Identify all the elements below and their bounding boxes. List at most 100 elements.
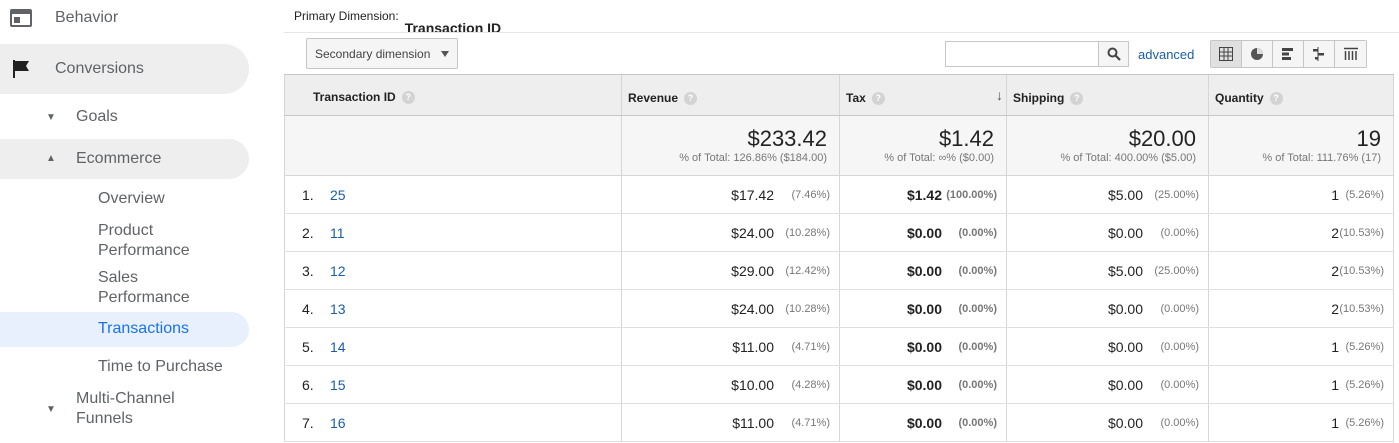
revenue-percent: (10.28%) [785, 227, 830, 239]
header-revenue[interactable]: Revenue? [622, 75, 840, 115]
nav-product-performance-line1: Product [98, 222, 154, 239]
header-revenue-label: Revenue [628, 91, 679, 105]
tax-cell: $0.00 (0.00%) [840, 214, 1007, 251]
table-view-button[interactable] [1211, 41, 1242, 67]
row-rank: 5. [302, 339, 314, 355]
transaction-id-link[interactable]: 15 [330, 377, 346, 393]
comparison-view-button[interactable] [1304, 41, 1335, 67]
expand-ecommerce-icon[interactable]: ▲ [46, 153, 56, 164]
header-tax[interactable]: Tax? ↓ [840, 75, 1007, 115]
shipping-value: $5.00 [1107, 187, 1143, 203]
transaction-id-link[interactable]: 11 [330, 225, 345, 241]
table-row: 2. 11 $24.00 (10.28%) $0.00 (0.00%) $0.0… [284, 214, 1394, 252]
pivot-view-button[interactable] [1335, 41, 1366, 67]
total-revenue: $233.42 [747, 126, 827, 151]
transaction-id-link[interactable]: 12 [330, 263, 346, 279]
tax-value: $0.00 [906, 339, 942, 355]
total-revenue-cell: $233.42 % of Total: 126.86% ($184.00) [622, 116, 840, 175]
total-tax: $1.42 [938, 126, 994, 151]
transaction-id-cell: 1. 25 [284, 176, 622, 213]
total-revenue-sub: % of Total: 126.86% ($184.00) [679, 152, 827, 164]
total-shipping-cell: $20.00 % of Total: 400.00% ($5.00) [1007, 116, 1209, 175]
quantity-value: 2 [1331, 301, 1339, 317]
row-rank: 7. [302, 415, 314, 431]
shipping-percent: (0.00%) [1160, 417, 1199, 429]
nav-goals[interactable]: Goals [76, 107, 118, 127]
tax-cell: $0.00 (0.00%) [840, 366, 1007, 403]
table-row: 3. 12 $29.00 (12.42%) $0.00 (0.00%) $5.0… [284, 252, 1394, 290]
view-toggle-group [1210, 40, 1367, 68]
nav-multichannel-funnels[interactable]: Multi-Channel Funnels [76, 389, 175, 429]
table-search-input[interactable] [945, 41, 1099, 67]
bar-chart-icon [1282, 48, 1293, 60]
quantity-percent: (5.26%) [1345, 341, 1384, 353]
nav-behavior[interactable]: Behavior [0, 0, 284, 36]
header-transaction-id[interactable]: Transaction ID? [284, 75, 622, 115]
flag-icon [13, 60, 29, 78]
shipping-percent: (25.00%) [1154, 189, 1199, 201]
quantity-percent: (10.53%) [1339, 227, 1384, 239]
tax-value: $1.42 [906, 187, 942, 203]
revenue-value: $10.00 [731, 377, 774, 393]
nav-time-to-purchase[interactable]: Time to Purchase [98, 357, 223, 377]
transaction-id-cell: 6. 15 [284, 366, 622, 403]
transaction-id-link[interactable]: 25 [330, 187, 346, 203]
total-quantity: 19 [1356, 126, 1381, 151]
tax-percent: (0.00%) [958, 227, 997, 239]
help-icon[interactable]: ? [871, 92, 885, 105]
transaction-id-link[interactable]: 16 [330, 415, 346, 431]
quantity-value: 1 [1331, 187, 1339, 203]
shipping-percent: (0.00%) [1160, 379, 1199, 391]
help-icon[interactable]: ? [401, 91, 415, 104]
shipping-cell: $5.00 (25.00%) [1007, 176, 1209, 213]
quantity-value: 1 [1331, 377, 1339, 393]
help-icon[interactable]: ? [684, 92, 698, 105]
tax-cell: $0.00 (0.00%) [840, 252, 1007, 289]
advanced-filter-link[interactable]: advanced [1138, 47, 1194, 62]
shipping-value: $5.00 [1107, 263, 1143, 279]
header-tax-label: Tax [846, 91, 866, 105]
table-body: 1. 25 $17.42 (7.46%) $1.42 (100.00%) $5.… [284, 176, 1394, 442]
revenue-value: $11.00 [732, 415, 774, 431]
revenue-percent: (10.28%) [785, 303, 830, 315]
chevron-down-icon [441, 51, 449, 57]
primary-dimension: Primary Dimension: Transaction ID [294, 9, 501, 36]
tax-cell: $0.00 (0.00%) [840, 290, 1007, 327]
secondary-dimension-dropdown[interactable]: Secondary dimension [306, 38, 458, 69]
sort-descending-icon[interactable]: ↓ [996, 87, 1003, 103]
revenue-percent: (4.28%) [791, 379, 830, 391]
collapse-goals-icon[interactable]: ▼ [46, 112, 56, 123]
table-toolbar: Secondary dimension advanced [284, 32, 1399, 74]
table-header-row: Transaction ID? Revenue? Tax? ↓ Shipping… [284, 75, 1394, 116]
shipping-cell: $0.00 (0.00%) [1007, 214, 1209, 251]
header-quantity[interactable]: Quantity? [1209, 75, 1394, 115]
search-button[interactable] [1099, 41, 1129, 67]
quantity-cell: 2 (10.53%) [1209, 252, 1394, 289]
nav-multichannel-line2: Funnels [76, 410, 133, 427]
bar-view-button[interactable] [1273, 41, 1304, 67]
tax-percent: (0.00%) [958, 303, 997, 315]
behavior-icon [10, 9, 32, 27]
header-shipping[interactable]: Shipping? [1007, 75, 1209, 115]
nav-product-performance[interactable]: Product Performance [98, 221, 190, 261]
quantity-cell: 1 (5.26%) [1209, 176, 1394, 213]
revenue-value: $17.42 [731, 187, 774, 203]
pie-view-button[interactable] [1242, 41, 1273, 67]
nav-overview[interactable]: Overview [98, 189, 165, 209]
revenue-value: $24.00 [731, 301, 774, 317]
revenue-cell: $24.00 (10.28%) [622, 290, 840, 327]
tax-cell: $0.00 (0.00%) [840, 328, 1007, 365]
help-icon[interactable]: ? [1070, 92, 1084, 105]
quantity-cell: 1 (5.26%) [1209, 404, 1394, 441]
nav-transactions[interactable]: Transactions [98, 319, 189, 339]
tax-percent: (0.00%) [958, 379, 997, 391]
revenue-percent: (12.42%) [785, 265, 830, 277]
nav-sales-performance[interactable]: Sales Performance [98, 268, 190, 308]
help-icon[interactable]: ? [1269, 92, 1283, 105]
shipping-percent: (25.00%) [1154, 265, 1199, 277]
transaction-id-link[interactable]: 14 [330, 339, 346, 355]
table-row: 5. 14 $11.00 (4.71%) $0.00 (0.00%) $0.00… [284, 328, 1394, 366]
collapse-multichannel-icon[interactable]: ▼ [46, 404, 56, 415]
transaction-id-link[interactable]: 13 [330, 301, 346, 317]
table-row: 1. 25 $17.42 (7.46%) $1.42 (100.00%) $5.… [284, 176, 1394, 214]
